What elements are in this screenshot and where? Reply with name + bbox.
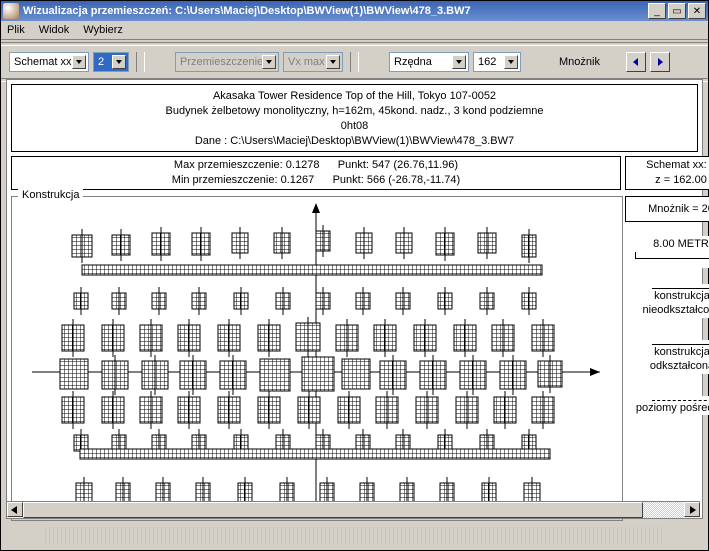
next-button[interactable] [650, 52, 670, 72]
menubar: Plik Widok Wybierz [1, 21, 708, 40]
scroll-track[interactable] [23, 502, 684, 518]
scroll-left-button[interactable] [7, 502, 23, 517]
header-line1: Akasaka Tower Residence Top of the Hill,… [12, 89, 697, 104]
close-button[interactable]: ✕ [688, 3, 706, 19]
max-pt: Punkt: 547 (26.76,11.96) [338, 159, 458, 171]
mnoznik-value: Mnożnik = 20 [648, 203, 709, 215]
horizontal-scrollbar[interactable] [7, 501, 700, 518]
legend-intact: konstrukcja nieodkształcona [625, 284, 709, 318]
legend-levels-label: poziomy pośrednie [625, 401, 709, 415]
maximize-button[interactable]: ▭ [668, 3, 686, 19]
displace-select[interactable]: Przemieszczenie [175, 52, 279, 72]
schemat-label: Schemat xx [14, 56, 71, 68]
window-title: Wizualizacja przemieszczeń: C:\Users\Mac… [23, 5, 648, 17]
min-pt: Punkt: 566 (-26.78,-11.74) [333, 174, 461, 186]
max-label: Max przemieszczenie: 0.1278 [174, 159, 320, 171]
side-z: z = 162.00 [626, 173, 709, 188]
vx-select[interactable]: Vx max [283, 52, 343, 72]
side-info-panel: Schemat xx: 2 z = 162.00 [625, 156, 709, 190]
mnoznik-panel: Mnożnik = 20 [625, 196, 709, 222]
scroll-right-button[interactable] [684, 502, 700, 517]
menu-view[interactable]: Widok [39, 24, 70, 36]
content-area: Akasaka Tower Residence Top of the Hill,… [6, 79, 703, 519]
legend-deformed: konstrukcja odkształcona [625, 340, 709, 374]
prev-button[interactable] [626, 52, 646, 72]
menu-file[interactable]: Plik [7, 24, 25, 36]
rzedna-label: Rzędna [394, 56, 432, 68]
app-icon [3, 3, 19, 19]
vx-label: Vx max [288, 56, 325, 68]
header-panel: Akasaka Tower Residence Top of the Hill,… [11, 84, 698, 152]
schemat-select[interactable]: Schemat xx [9, 52, 89, 72]
scale-text: 8.00 METR [653, 238, 709, 250]
menu-select[interactable]: Wybierz [83, 24, 123, 36]
schemat-value: 2 [98, 56, 104, 68]
konstrukcja-group: Konstrukcja [ [60,38,20,22],[10 [11, 196, 623, 521]
titlebar: Wizualizacja przemieszczeń: C:\Users\Mac… [1, 1, 708, 21]
header-line2: Budynek żelbetowy monolityczny, h=162m, … [12, 104, 697, 119]
header-line3: 0ht08 [12, 119, 697, 134]
stats-panel: Max przemieszczenie: 0.1278 Punkt: 547 (… [11, 156, 621, 190]
legend-intact-label: konstrukcja nieodkształcona [625, 289, 709, 318]
minimize-button[interactable]: _ [648, 3, 666, 19]
schemat-value-select[interactable]: 2 [93, 52, 129, 72]
rzedna-select[interactable]: Rzędna [389, 52, 469, 72]
legend-deformed-label: konstrukcja odkształcona [625, 345, 709, 374]
konstrukcja-legend: Konstrukcja [18, 189, 83, 201]
app-window: Wizualizacja przemieszczeń: C:\Users\Mac… [0, 0, 709, 551]
displace-label: Przemieszczenie [180, 56, 263, 68]
side-schemat: Schemat xx: 2 [626, 158, 709, 173]
header-line4: Dane : C:\Users\Maciej\Desktop\BWView(1)… [12, 134, 697, 149]
toolbar: Schemat xx 2 Przemieszczenie Vx max Rzęd… [1, 48, 708, 76]
rzedna-value: 162 [478, 56, 496, 68]
scroll-thumb[interactable] [23, 502, 643, 518]
structure-drawing: [ [60,38,20,22],[100,38,18,20],[140,36,1… [12, 197, 620, 517]
min-label: Min przemieszczenie: 0.1267 [172, 174, 314, 186]
mnoznik-label: Mnożnik [559, 56, 600, 68]
scale-panel: 8.00 METR [625, 236, 709, 268]
rzedna-value-select[interactable]: 162 [473, 52, 521, 72]
legend-levels: poziomy pośrednie [625, 396, 709, 415]
